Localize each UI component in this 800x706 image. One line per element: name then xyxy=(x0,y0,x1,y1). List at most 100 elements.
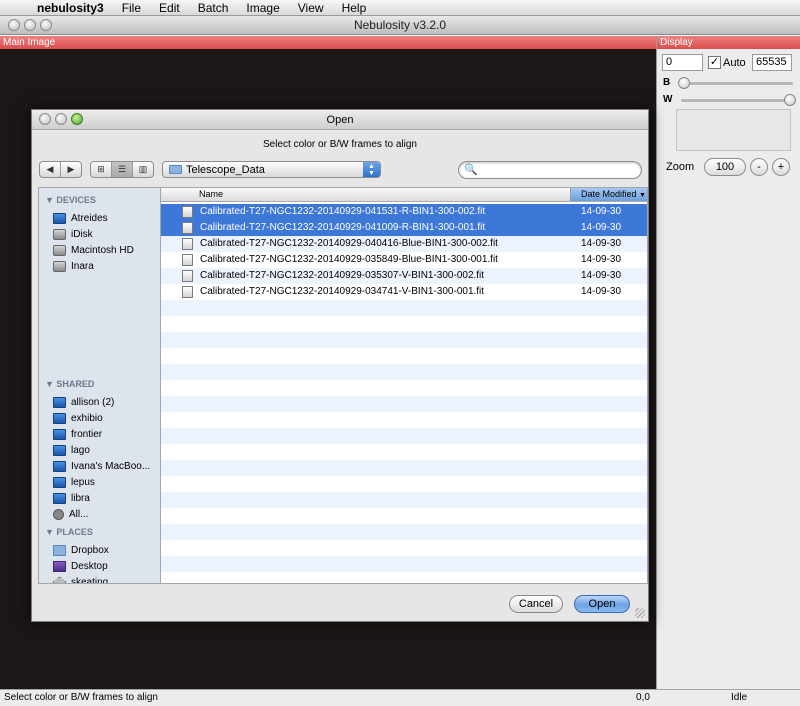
icon-view-icon[interactable]: ⊞ xyxy=(91,162,111,177)
cancel-button[interactable]: Cancel xyxy=(509,595,563,613)
sidebar-section-header[interactable]: ▼ DEVICES xyxy=(45,195,96,205)
menu-app[interactable]: nebulosity3 xyxy=(28,0,113,16)
file-name: Calibrated-T27-NGC1232-20140929-041531-R… xyxy=(200,206,486,217)
file-name: Calibrated-T27-NGC1232-20140929-040416-B… xyxy=(200,238,498,249)
menu-edit[interactable]: Edit xyxy=(150,0,189,16)
menu-batch[interactable]: Batch xyxy=(189,0,238,16)
list-view-icon[interactable]: ☰ xyxy=(111,162,132,177)
idisk-icon xyxy=(53,228,66,240)
hard-drive-icon xyxy=(53,244,66,256)
window-title-bar: Nebulosity v3.2.0 xyxy=(0,16,800,35)
file-name: Calibrated-T27-NGC1232-20140929-034741-V… xyxy=(200,286,485,297)
sidebar-item-all[interactable]: All... xyxy=(53,506,173,522)
view-mode-buttons: ⊞ ☰ ▥ xyxy=(90,161,154,178)
auto-label: Auto xyxy=(723,57,746,69)
forward-arrow-icon[interactable]: ▶ xyxy=(60,162,81,177)
search-field[interactable]: 🔍 xyxy=(458,161,642,179)
sidebar-item-label: skeating xyxy=(71,576,109,584)
sidebar-item-label: allison (2) xyxy=(71,396,115,408)
open-dialog: Open Select color or B/W frames to align… xyxy=(31,109,649,622)
black-slider-label: B xyxy=(663,77,671,88)
file-name: Calibrated-T27-NGC1232-20140929-041009-R… xyxy=(200,222,486,233)
file-date: 14-09-30 xyxy=(581,206,622,217)
fits-file-icon xyxy=(182,286,193,298)
min-value-field[interactable]: 0 xyxy=(662,54,703,71)
sidebar-item-label: Ivana's MacBoo... xyxy=(71,460,151,472)
menu-help[interactable]: Help xyxy=(333,0,376,16)
main-image-header: Main Image xyxy=(0,36,656,49)
white-slider-label: W xyxy=(663,94,673,105)
auto-checkbox[interactable]: ✓ xyxy=(708,56,721,69)
sidebar-item-idisk[interactable]: iDisk xyxy=(53,226,173,242)
sidebar-item-label: lago xyxy=(71,444,90,456)
zoom-out-button[interactable]: - xyxy=(750,158,768,176)
menu-view[interactable]: View xyxy=(289,0,333,16)
sidebar-item-label: Atreides xyxy=(71,212,108,224)
fits-file-icon xyxy=(182,270,193,282)
black-slider-track[interactable] xyxy=(681,82,793,85)
column-header: Name Date Modified ▼ xyxy=(161,188,647,202)
computer-icon xyxy=(53,460,66,472)
sidebar-item-skeating[interactable]: skeating xyxy=(53,574,173,584)
black-slider-knob[interactable] xyxy=(678,77,690,89)
display-panel-header: Display xyxy=(657,36,800,49)
search-icon: 🔍 xyxy=(464,164,478,176)
file-row[interactable]: Calibrated-T27-NGC1232-20140929-034741-V… xyxy=(161,284,647,300)
sidebar-section-header[interactable]: ▼ PLACES xyxy=(45,527,93,537)
date-column-header[interactable]: Date Modified ▼ xyxy=(570,188,647,201)
file-row[interactable]: Calibrated-T27-NGC1232-20140929-041009-R… xyxy=(161,220,647,236)
sidebar-item-allison-2[interactable]: allison (2) xyxy=(53,394,173,410)
network-icon xyxy=(53,508,64,520)
sidebar-item-libra[interactable]: libra xyxy=(53,490,173,506)
menu-bar: nebulosity3 File Edit Batch Image View H… xyxy=(0,0,800,16)
sidebar-item-label: exhibio xyxy=(71,412,103,424)
sidebar-item-inara[interactable]: Inara⏏ xyxy=(53,258,185,274)
white-slider-knob[interactable] xyxy=(784,94,796,106)
sidebar-item-frontier[interactable]: frontier xyxy=(53,426,173,442)
file-row[interactable]: Calibrated-T27-NGC1232-20140929-040416-B… xyxy=(161,236,647,252)
sidebar-item-lago[interactable]: lago xyxy=(53,442,173,458)
display-panel: 0 ✓ Auto 65535 B W Zoom 100 - + xyxy=(657,49,800,689)
resize-grip-icon[interactable] xyxy=(635,608,645,618)
column-view-icon[interactable]: ▥ xyxy=(132,162,153,177)
name-column-header[interactable]: Name xyxy=(199,189,223,199)
file-list: Name Date Modified ▼ Calibrated-T27-NGC1… xyxy=(160,187,648,584)
sidebar-item-atreides[interactable]: Atreides xyxy=(53,210,173,226)
back-arrow-icon[interactable]: ◀ xyxy=(40,162,60,177)
sidebar-section-title: PLACES xyxy=(56,527,93,537)
sidebar-item-macintosh-hd[interactable]: Macintosh HD xyxy=(53,242,173,258)
file-row[interactable]: Calibrated-T27-NGC1232-20140929-035849-B… xyxy=(161,252,647,268)
file-row[interactable]: Calibrated-T27-NGC1232-20140929-041531-R… xyxy=(161,204,647,220)
sidebar-item-desktop[interactable]: Desktop xyxy=(53,558,173,574)
zoom-value[interactable]: 100 xyxy=(704,158,746,176)
max-value-field[interactable]: 65535 xyxy=(752,54,792,71)
dialog-minimize-button[interactable] xyxy=(55,113,67,125)
sidebar-item-exhibio[interactable]: exhibio xyxy=(53,410,173,426)
sidebar-item-lepus[interactable]: lepus xyxy=(53,474,173,490)
zoom-in-button[interactable]: + xyxy=(772,158,790,176)
sidebar-item-dropbox[interactable]: Dropbox xyxy=(53,542,173,558)
menu-image[interactable]: Image xyxy=(237,0,288,16)
sidebar-item-ivana-s-macboo[interactable]: Ivana's MacBoo... xyxy=(53,458,173,474)
location-popup[interactable]: Telescope_Data ▲ ▼ xyxy=(162,161,381,178)
folder-icon xyxy=(53,544,66,556)
fits-file-icon xyxy=(182,206,193,218)
sidebar-item-label: iDisk xyxy=(71,228,93,240)
file-date: 14-09-30 xyxy=(581,238,622,249)
sidebar-section-header[interactable]: ▼ SHARED xyxy=(45,379,94,389)
dialog-message: Select color or B/W frames to align xyxy=(263,139,417,150)
mac-icon xyxy=(53,212,66,224)
computer-icon xyxy=(53,412,66,424)
file-row[interactable]: Calibrated-T27-NGC1232-20140929-035307-V… xyxy=(161,268,647,284)
sidebar-item-label: Dropbox xyxy=(71,544,109,556)
computer-icon xyxy=(53,396,66,408)
dialog-close-button[interactable] xyxy=(39,113,51,125)
dialog-zoom-button[interactable] xyxy=(71,113,83,125)
sidebar-item-label: Inara xyxy=(71,260,94,272)
location-label: Telescope_Data xyxy=(186,164,265,176)
fits-file-icon xyxy=(182,254,193,266)
white-slider-track[interactable] xyxy=(681,99,793,102)
menu-file[interactable]: File xyxy=(113,0,150,16)
desktop-icon xyxy=(53,560,66,572)
open-button[interactable]: Open xyxy=(574,595,630,613)
